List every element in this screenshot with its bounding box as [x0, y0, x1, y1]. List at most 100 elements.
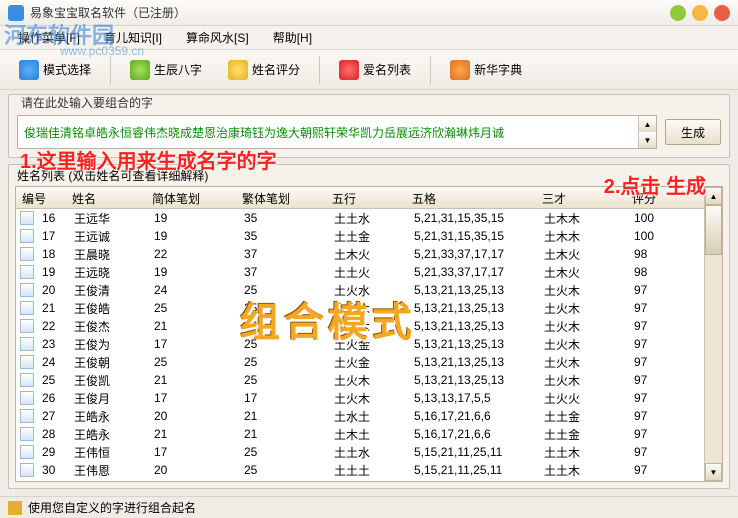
col-sancai[interactable]: 三才: [536, 187, 626, 208]
scroll-up-button[interactable]: ▲: [705, 187, 722, 205]
vertical-scrollbar[interactable]: ▲ ▼: [704, 187, 722, 481]
toolbar-favlist-button[interactable]: 爱名列表: [328, 55, 422, 85]
cell-id: 20: [36, 280, 68, 300]
toolbar-mode-label: 模式选择: [43, 61, 91, 78]
cell-id: 23: [36, 334, 68, 354]
col-wuge[interactable]: 五格: [406, 187, 536, 208]
cell-trad: 25: [238, 352, 328, 372]
menu-child[interactable]: 育儿知识[I]: [92, 26, 174, 49]
status-icon: [8, 501, 22, 515]
cell-trad: 17: [238, 388, 328, 408]
cell-wuge: 5,13,21,13,25,13: [408, 334, 538, 354]
row-icon: [20, 337, 34, 351]
cell-simp: 19: [148, 226, 238, 246]
cell-id: 26: [36, 388, 68, 408]
cell-score: 97: [628, 316, 688, 336]
menu-help[interactable]: 帮助[H]: [261, 26, 324, 49]
bazi-icon: [130, 60, 150, 80]
cell-trad: 21: [238, 424, 328, 444]
separator: [319, 56, 320, 84]
row-icon: [20, 283, 34, 297]
cell-score: 97: [628, 370, 688, 390]
col-simp[interactable]: 简体笔划: [146, 187, 236, 208]
menu-ops[interactable]: 操作菜单[F]: [6, 26, 92, 49]
cell-wuge: 5,13,21,13,25,13: [408, 280, 538, 300]
cell-simp: 17: [148, 442, 238, 462]
table-row[interactable]: 30王伟恩2025土土土5,15,21,11,25,11土土木97: [16, 461, 704, 479]
cell-wuge: 5,13,21,13,25,13: [408, 298, 538, 318]
cell-trad: 25: [238, 316, 328, 336]
cell-simp: 25: [148, 352, 238, 372]
cell-simp: 21: [148, 370, 238, 390]
toolbar-score-button[interactable]: 姓名评分: [217, 55, 311, 85]
list-group-label: 姓名列表 (双击姓名可查看详细解释): [9, 165, 729, 186]
cell-simp: 17: [148, 334, 238, 354]
cell-wuge: 5,21,33,37,17,17: [408, 244, 538, 264]
minimize-button[interactable]: [670, 5, 686, 21]
spin-up-button[interactable]: ▲: [639, 116, 656, 132]
row-icon: [20, 355, 34, 369]
cell-score: 97: [628, 298, 688, 318]
cell-simp: 17: [148, 388, 238, 408]
cell-trad: 25: [238, 280, 328, 300]
scroll-down-button[interactable]: ▼: [705, 463, 722, 481]
row-icon: [20, 319, 34, 333]
row-icon: [20, 427, 34, 441]
list-header: 编号 姓名 简体笔划 繁体笔划 五行 五格 三才 评分: [16, 187, 704, 209]
col-wuxing[interactable]: 五行: [326, 187, 406, 208]
cell-simp: 21: [148, 316, 238, 336]
col-score[interactable]: 评分: [626, 187, 686, 208]
cell-id: 19: [36, 262, 68, 282]
row-icon: [20, 247, 34, 261]
row-icon: [20, 409, 34, 423]
cell-wuxing: 土土土: [328, 459, 408, 482]
cell-trad: 25: [238, 460, 328, 480]
cell-id: 30: [36, 460, 68, 480]
cell-simp: 20: [148, 460, 238, 480]
cell-score: 98: [628, 244, 688, 264]
toolbar-dict-button[interactable]: 新华字典: [439, 55, 533, 85]
toolbar-mode-button[interactable]: 模式选择: [8, 55, 102, 85]
cell-score: 97: [628, 388, 688, 408]
scroll-track[interactable]: [705, 205, 722, 463]
cell-wuge: 5,16,17,21,6,6: [408, 424, 538, 444]
row-icon: [20, 463, 34, 477]
score-icon: [228, 60, 248, 80]
spin-down-button[interactable]: ▼: [639, 132, 656, 148]
cell-id: 25: [36, 370, 68, 390]
cell-wuge: 5,15,21,11,25,11: [408, 442, 538, 462]
mode-icon: [19, 60, 39, 80]
app-icon: [8, 5, 24, 21]
cell-score: 97: [628, 280, 688, 300]
col-trad[interactable]: 繁体笔划: [236, 187, 326, 208]
menu-fengshui[interactable]: 算命风水[S]: [174, 26, 261, 49]
cell-wuge: 5,16,17,21,6,6: [408, 406, 538, 426]
maximize-button[interactable]: [692, 5, 708, 21]
cell-simp: 25: [148, 298, 238, 318]
cell-wuge: 5,13,21,13,25,13: [408, 370, 538, 390]
cell-simp: 19: [148, 262, 238, 282]
toolbar-bazi-label: 生辰八字: [154, 61, 202, 78]
input-group-label: 请在此处输入要组合的字: [17, 96, 157, 110]
status-text: 使用您自定义的字进行组合起名: [28, 499, 196, 516]
cell-simp: 20: [148, 406, 238, 426]
generate-button[interactable]: 生成: [665, 119, 721, 145]
row-icon: [20, 301, 34, 315]
close-button[interactable]: [714, 5, 730, 21]
cell-score: 97: [628, 352, 688, 372]
row-icon: [20, 265, 34, 279]
char-input[interactable]: [18, 116, 638, 148]
cell-wuge: 5,13,21,13,25,13: [408, 352, 538, 372]
cell-wuge: 5,13,21,13,25,13: [408, 316, 538, 336]
scroll-thumb[interactable]: [705, 205, 722, 255]
cell-score: 97: [628, 424, 688, 444]
toolbar-bazi-button[interactable]: 生辰八字: [119, 55, 213, 85]
cell-trad: 21: [238, 406, 328, 426]
col-name[interactable]: 姓名: [66, 187, 146, 208]
cell-simp: 24: [148, 280, 238, 300]
col-id[interactable]: 编号: [16, 187, 66, 208]
cell-id: 21: [36, 298, 68, 318]
row-icon: [20, 445, 34, 459]
cell-score: 97: [628, 334, 688, 354]
cell-id: 28: [36, 424, 68, 444]
